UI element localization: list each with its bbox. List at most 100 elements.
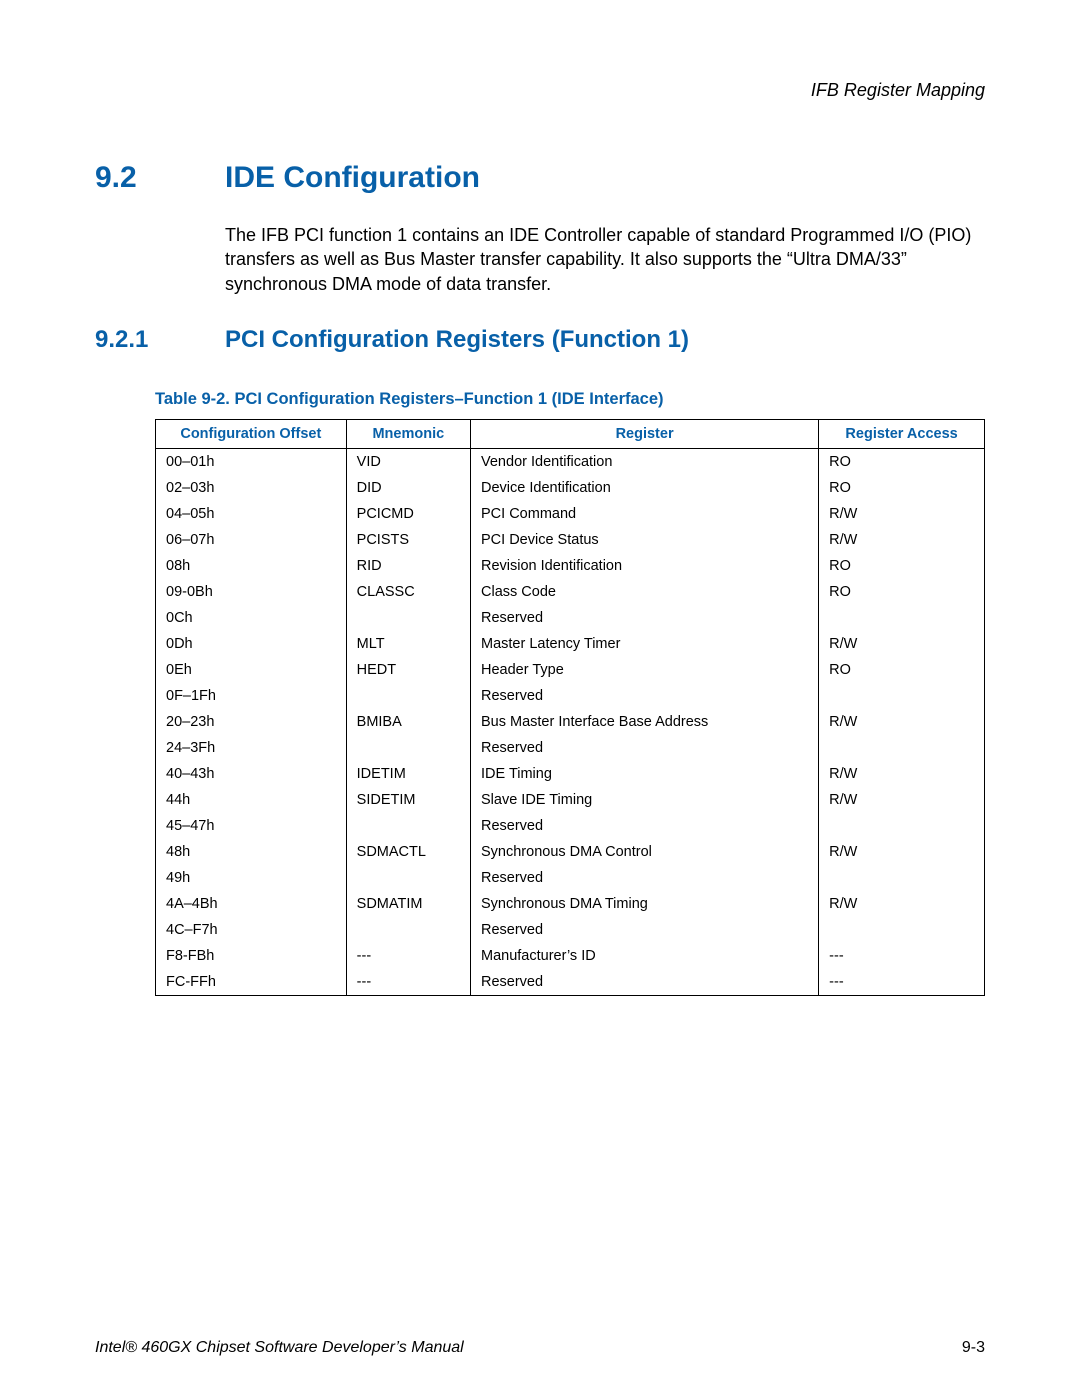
table-cell: 02–03h bbox=[156, 475, 347, 501]
table-cell: 45–47h bbox=[156, 813, 347, 839]
table-cell: IDE Timing bbox=[471, 761, 819, 787]
col-header-offset: Configuration Offset bbox=[156, 419, 347, 448]
table-row: 48hSDMACTLSynchronous DMA ControlR/W bbox=[156, 839, 985, 865]
table-cell bbox=[346, 917, 470, 943]
subsection-number: 9.2.1 bbox=[95, 326, 225, 354]
table-cell: R/W bbox=[819, 787, 985, 813]
page-footer: Intel® 460GX Chipset Software Developer’… bbox=[95, 1339, 985, 1357]
table-cell bbox=[819, 813, 985, 839]
section-body: The IFB PCI function 1 contains an IDE C… bbox=[225, 223, 985, 296]
table-cell: 49h bbox=[156, 865, 347, 891]
table-row: 24–3Fh Reserved bbox=[156, 735, 985, 761]
subsection-heading: 9.2.1PCI Configuration Registers (Functi… bbox=[95, 326, 985, 354]
register-table: Configuration Offset Mnemonic Register R… bbox=[155, 419, 985, 996]
table-cell: PCISTS bbox=[346, 527, 470, 553]
table-cell: R/W bbox=[819, 839, 985, 865]
table-cell: F8-FBh bbox=[156, 943, 347, 969]
table-cell: 24–3Fh bbox=[156, 735, 347, 761]
table-cell bbox=[346, 605, 470, 631]
table-row: 06–07hPCISTSPCI Device StatusR/W bbox=[156, 527, 985, 553]
table-cell: 09-0Bh bbox=[156, 579, 347, 605]
table-row: 08hRIDRevision IdentificationRO bbox=[156, 553, 985, 579]
table-cell: FC-FFh bbox=[156, 969, 347, 996]
table-row: 20–23hBMIBABus Master Interface Base Add… bbox=[156, 709, 985, 735]
table-cell: 00–01h bbox=[156, 448, 347, 475]
table-cell: 0Dh bbox=[156, 631, 347, 657]
table-cell: --- bbox=[346, 943, 470, 969]
table-cell: RO bbox=[819, 475, 985, 501]
col-header-access: Register Access bbox=[819, 419, 985, 448]
table-cell: R/W bbox=[819, 501, 985, 527]
table-cell: 06–07h bbox=[156, 527, 347, 553]
table-cell: Reserved bbox=[471, 683, 819, 709]
table-cell: --- bbox=[819, 943, 985, 969]
table-cell: SDMACTL bbox=[346, 839, 470, 865]
table-cell: Manufacturer’s ID bbox=[471, 943, 819, 969]
col-header-mnemonic: Mnemonic bbox=[346, 419, 470, 448]
table-cell: RO bbox=[819, 579, 985, 605]
table-cell: Header Type bbox=[471, 657, 819, 683]
table-cell: SIDETIM bbox=[346, 787, 470, 813]
footer-page-number: 9-3 bbox=[962, 1339, 985, 1357]
table-row: 0F–1FhReserved bbox=[156, 683, 985, 709]
table-cell: Reserved bbox=[471, 605, 819, 631]
table-cell: Synchronous DMA Control bbox=[471, 839, 819, 865]
table-cell: Class Code bbox=[471, 579, 819, 605]
table-cell: MLT bbox=[346, 631, 470, 657]
table-row: FC-FFh---Reserved--- bbox=[156, 969, 985, 996]
table-row: F8-FBh---Manufacturer’s ID--- bbox=[156, 943, 985, 969]
table-row: 0DhMLTMaster Latency TimerR/W bbox=[156, 631, 985, 657]
table-cell: Reserved bbox=[471, 865, 819, 891]
table-cell: Revision Identification bbox=[471, 553, 819, 579]
table-cell: Synchronous DMA Timing bbox=[471, 891, 819, 917]
table-cell: VID bbox=[346, 448, 470, 475]
table-cell: R/W bbox=[819, 891, 985, 917]
subsection-title: PCI Configuration Registers (Function 1) bbox=[225, 326, 689, 353]
table-cell bbox=[819, 917, 985, 943]
table-cell bbox=[819, 865, 985, 891]
table-cell: HEDT bbox=[346, 657, 470, 683]
table-cell: 0Eh bbox=[156, 657, 347, 683]
table-cell bbox=[346, 735, 470, 761]
table-cell: Reserved bbox=[471, 735, 819, 761]
table-cell: Bus Master Interface Base Address bbox=[471, 709, 819, 735]
table-cell: R/W bbox=[819, 709, 985, 735]
table-row: 40–43hIDETIMIDE TimingR/W bbox=[156, 761, 985, 787]
table-cell: Reserved bbox=[471, 969, 819, 996]
table-row: 0ChReserved bbox=[156, 605, 985, 631]
table-cell bbox=[346, 683, 470, 709]
table-row: 4A–4BhSDMATIMSynchronous DMA TimingR/W bbox=[156, 891, 985, 917]
table-cell: PCI Device Status bbox=[471, 527, 819, 553]
table-cell bbox=[819, 605, 985, 631]
table-cell: RO bbox=[819, 553, 985, 579]
table-cell: 08h bbox=[156, 553, 347, 579]
table-header-row: Configuration Offset Mnemonic Register R… bbox=[156, 419, 985, 448]
table-cell: PCI Command bbox=[471, 501, 819, 527]
table-cell: SDMATIM bbox=[346, 891, 470, 917]
table-row: 0EhHEDTHeader TypeRO bbox=[156, 657, 985, 683]
table-cell: RO bbox=[819, 657, 985, 683]
table-cell: 04–05h bbox=[156, 501, 347, 527]
table-cell: 20–23h bbox=[156, 709, 347, 735]
table-cell: Reserved bbox=[471, 813, 819, 839]
table-row: 44hSIDETIMSlave IDE TimingR/W bbox=[156, 787, 985, 813]
table-cell: Device Identification bbox=[471, 475, 819, 501]
table-row: 45–47h Reserved bbox=[156, 813, 985, 839]
table-cell: BMIBA bbox=[346, 709, 470, 735]
table-cell: 4C–F7h bbox=[156, 917, 347, 943]
footer-manual-title: Intel® 460GX Chipset Software Developer’… bbox=[95, 1339, 464, 1357]
table-row: 49h Reserved bbox=[156, 865, 985, 891]
section-title: IDE Configuration bbox=[225, 161, 480, 194]
table-cell: R/W bbox=[819, 527, 985, 553]
table-cell: 48h bbox=[156, 839, 347, 865]
section-heading: 9.2IDE Configuration bbox=[95, 161, 985, 195]
table-cell: IDETIM bbox=[346, 761, 470, 787]
table-cell: RO bbox=[819, 448, 985, 475]
table-cell: 4A–4Bh bbox=[156, 891, 347, 917]
table-cell: R/W bbox=[819, 631, 985, 657]
table-cell bbox=[346, 813, 470, 839]
table-row: 09-0BhCLASSCClass CodeRO bbox=[156, 579, 985, 605]
table-cell: Vendor Identification bbox=[471, 448, 819, 475]
table-cell: Master Latency Timer bbox=[471, 631, 819, 657]
table-cell: CLASSC bbox=[346, 579, 470, 605]
